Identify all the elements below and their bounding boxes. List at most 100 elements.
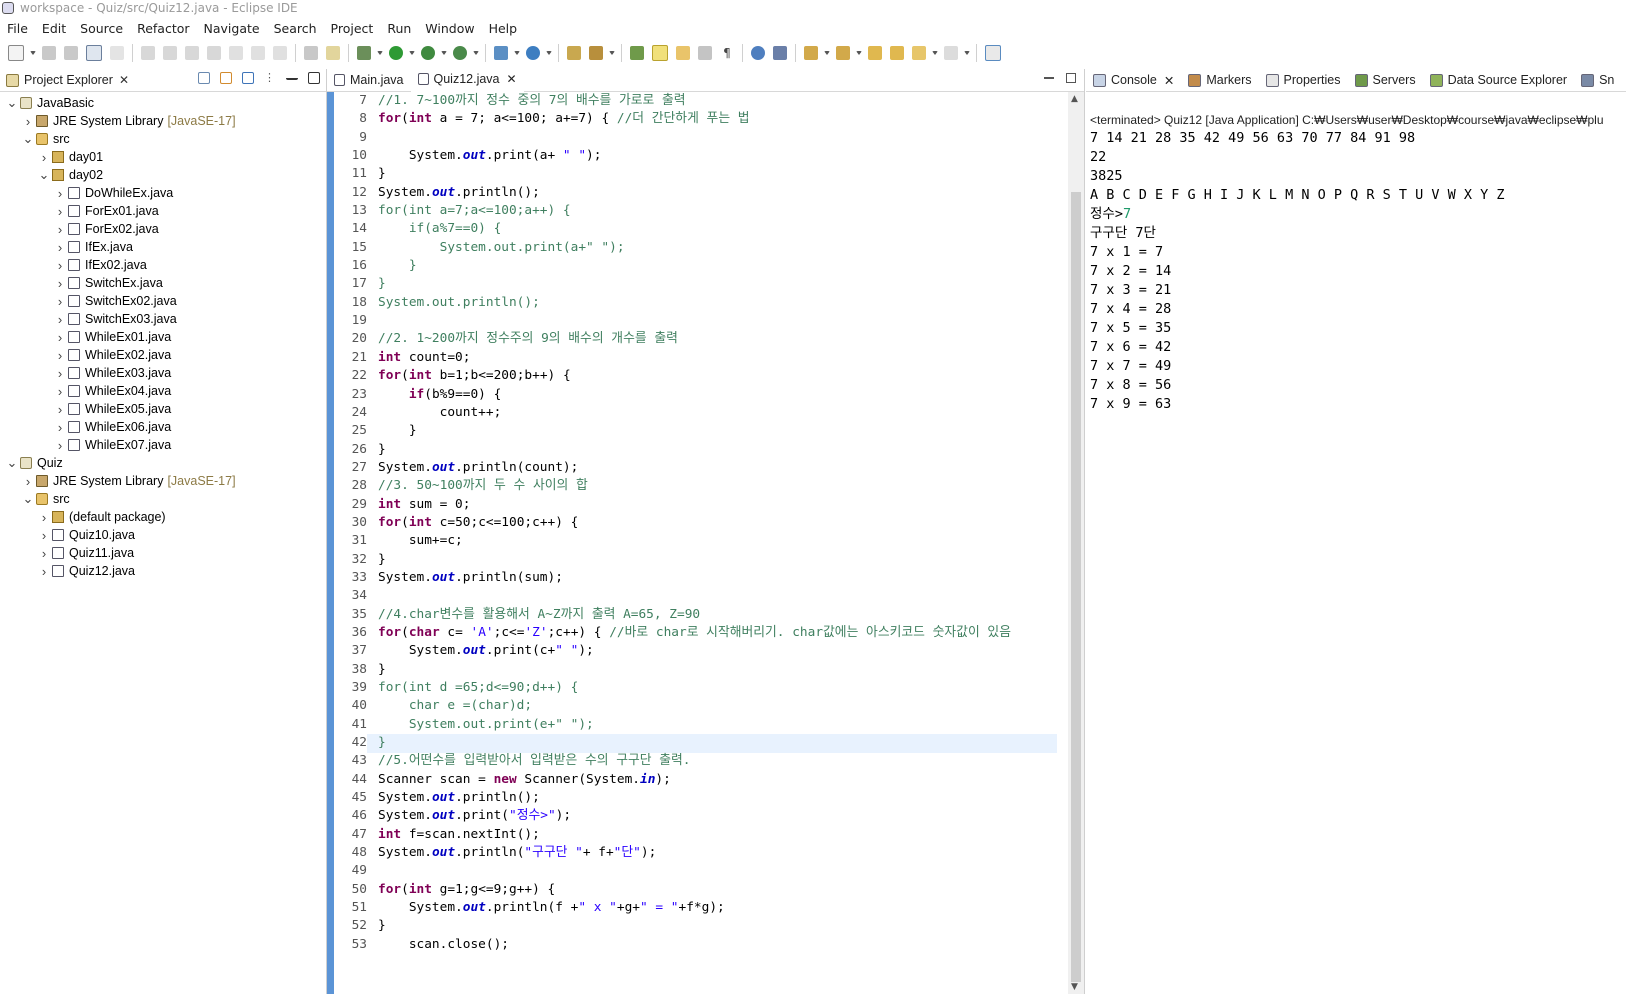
menu-help[interactable]: Help <box>482 21 525 36</box>
close-icon[interactable]: ✕ <box>507 72 517 86</box>
chevron-down-icon[interactable]: ⌄ <box>6 456 18 469</box>
code-text[interactable]: //1. 7~100까지 정수 중의 7의 배수를 가로로 출력 for(int … <box>378 92 1011 954</box>
previous-annotation-dropdown-icon[interactable] <box>856 51 862 55</box>
code-line[interactable]: count++; <box>378 404 1011 422</box>
code-line[interactable]: sum+=c; <box>378 532 1011 550</box>
suspend-icon[interactable] <box>163 46 177 60</box>
open-task-icon[interactable] <box>773 46 787 60</box>
scrollbar-thumb[interactable] <box>1071 192 1081 982</box>
chevron-right-icon[interactable]: › <box>54 312 66 327</box>
chevron-right-icon[interactable]: › <box>54 186 66 201</box>
code-line[interactable]: for(int g=1;g<=9;g++) { <box>378 881 1011 899</box>
chevron-right-icon[interactable]: › <box>38 528 50 543</box>
external-tools-dropdown-icon[interactable] <box>473 51 479 55</box>
menu-window[interactable]: Window <box>418 21 481 36</box>
code-line[interactable]: int count=0; <box>378 349 1011 367</box>
tree-item[interactable]: › JRE System Library [JavaSE-17] <box>0 472 326 490</box>
code-line[interactable]: for(int d =65;d<=90;d++) { <box>378 679 1011 697</box>
open-perspective-icon[interactable] <box>985 45 1001 61</box>
tab-sn[interactable]: Sn <box>1574 69 1621 91</box>
next-annotation-dropdown-icon[interactable] <box>824 51 830 55</box>
code-line[interactable]: //1. 7~100까지 정수 중의 7의 배수를 가로로 출력 <box>378 92 1011 110</box>
code-line[interactable]: System.out.println(); <box>378 294 1011 312</box>
go-to-previous-edit-icon[interactable] <box>890 46 904 60</box>
previous-annotation-icon[interactable] <box>836 46 850 60</box>
tab-servers[interactable]: Servers <box>1348 69 1423 91</box>
new-java-class-icon[interactable] <box>526 46 540 60</box>
last-edit-location-icon[interactable] <box>868 46 882 60</box>
tree-item[interactable]: ⌄ src <box>0 490 326 508</box>
code-line[interactable]: //3. 50~100까지 두 수 사이의 합 <box>378 477 1011 495</box>
chevron-right-icon[interactable]: › <box>22 474 34 489</box>
tab-project-explorer[interactable]: Project Explorer ✕ <box>0 69 135 91</box>
tree-item[interactable]: › (default package) <box>0 508 326 526</box>
run-dropdown-icon[interactable] <box>409 51 415 55</box>
disconnect-icon[interactable] <box>207 46 221 60</box>
tree-item[interactable]: › WhileEx07.java <box>0 436 326 454</box>
chevron-right-icon[interactable]: › <box>54 420 66 435</box>
menu-refactor[interactable]: Refactor <box>130 21 196 36</box>
tree-item[interactable]: › Quiz12.java <box>0 562 326 580</box>
tree-item[interactable]: › Quiz10.java <box>0 526 326 544</box>
tab-console[interactable]: Console ✕ <box>1086 69 1181 91</box>
chevron-right-icon[interactable]: › <box>38 510 50 525</box>
tree-item[interactable]: ⌄ JavaBasic <box>0 94 326 112</box>
tree-item[interactable]: › Quiz11.java <box>0 544 326 562</box>
new-java-project-icon[interactable] <box>494 46 508 60</box>
code-line[interactable]: for(char c= 'A';c<='Z';c++) { //바로 char로… <box>378 624 1011 642</box>
debug-dropdown-icon[interactable] <box>377 51 383 55</box>
toggle-breadcrumb-icon[interactable] <box>304 46 318 60</box>
tab-data-source-explorer[interactable]: Data Source Explorer <box>1423 69 1575 91</box>
menu-edit[interactable]: Edit <box>35 21 73 36</box>
chevron-right-icon[interactable]: › <box>22 114 34 129</box>
chevron-down-icon[interactable]: ⌄ <box>22 492 34 505</box>
link-with-editor-icon[interactable] <box>220 72 232 84</box>
code-line[interactable]: //4.char변수를 활용해서 A~Z까지 출력 A=65, Z=90 <box>378 606 1011 624</box>
forward-dropdown-icon[interactable] <box>964 51 970 55</box>
code-line[interactable]: int sum = 0; <box>378 496 1011 514</box>
filter-icon[interactable] <box>242 72 254 84</box>
toggle-mark-occurrences-icon[interactable] <box>652 45 668 61</box>
tree-item[interactable]: › WhileEx01.java <box>0 328 326 346</box>
new-dropdown-icon[interactable] <box>30 51 36 55</box>
maximize-icon[interactable] <box>1066 73 1076 83</box>
console-output[interactable]: 7 14 21 28 35 42 49 56 63 70 77 84 91 98… <box>1090 129 1505 414</box>
run-icon[interactable] <box>389 46 403 60</box>
minimize-icon[interactable] <box>286 76 298 80</box>
search-dropdown-icon[interactable] <box>609 51 615 55</box>
chevron-right-icon[interactable]: › <box>54 222 66 237</box>
show-whitespace-icon[interactable]: ¶ <box>720 46 734 60</box>
tree-item[interactable]: ⌄ src <box>0 130 326 148</box>
collapse-all-icon[interactable] <box>198 72 210 84</box>
code-line[interactable] <box>378 129 1011 147</box>
scroll-up-icon[interactable]: ▲ <box>1071 94 1078 104</box>
chevron-right-icon[interactable]: › <box>54 330 66 345</box>
search-icon[interactable] <box>589 46 603 60</box>
tree-item[interactable]: › day01 <box>0 148 326 166</box>
console-user-input[interactable]: 7 <box>1123 206 1131 222</box>
use-step-filters-icon[interactable] <box>326 46 340 60</box>
tree-item[interactable]: › ForEx02.java <box>0 220 326 238</box>
toggle-ant-mark-icon[interactable] <box>630 46 644 60</box>
menu-project[interactable]: Project <box>324 21 381 36</box>
code-line[interactable]: System.out.println("구구단 "+ f+"단"); <box>378 844 1011 862</box>
chevron-down-icon[interactable]: ⌄ <box>22 132 34 145</box>
tree-item[interactable]: ⌄ day02 <box>0 166 326 184</box>
forward-icon[interactable] <box>944 46 958 60</box>
code-line[interactable]: } <box>378 257 1011 275</box>
tree-item[interactable]: › WhileEx04.java <box>0 382 326 400</box>
menu-source[interactable]: Source <box>73 21 130 36</box>
back-icon[interactable] <box>912 46 926 60</box>
code-line[interactable]: for(int c=50;c<=100;c++) { <box>378 514 1011 532</box>
open-web-browser-icon[interactable] <box>751 46 765 60</box>
chevron-right-icon[interactable]: › <box>38 150 50 165</box>
view-menu-icon[interactable]: ⋮ <box>264 72 276 84</box>
terminate-icon[interactable] <box>185 46 199 60</box>
tree-item[interactable]: › SwitchEx03.java <box>0 310 326 328</box>
coverage-dropdown-icon[interactable] <box>441 51 447 55</box>
word-wrap-icon[interactable] <box>698 46 712 60</box>
tree-item[interactable]: › JRE System Library [JavaSE-17] <box>0 112 326 130</box>
tree-item[interactable]: › IfEx02.java <box>0 256 326 274</box>
scroll-down-icon[interactable]: ▼ <box>1071 982 1078 992</box>
step-return-icon[interactable] <box>273 46 287 60</box>
